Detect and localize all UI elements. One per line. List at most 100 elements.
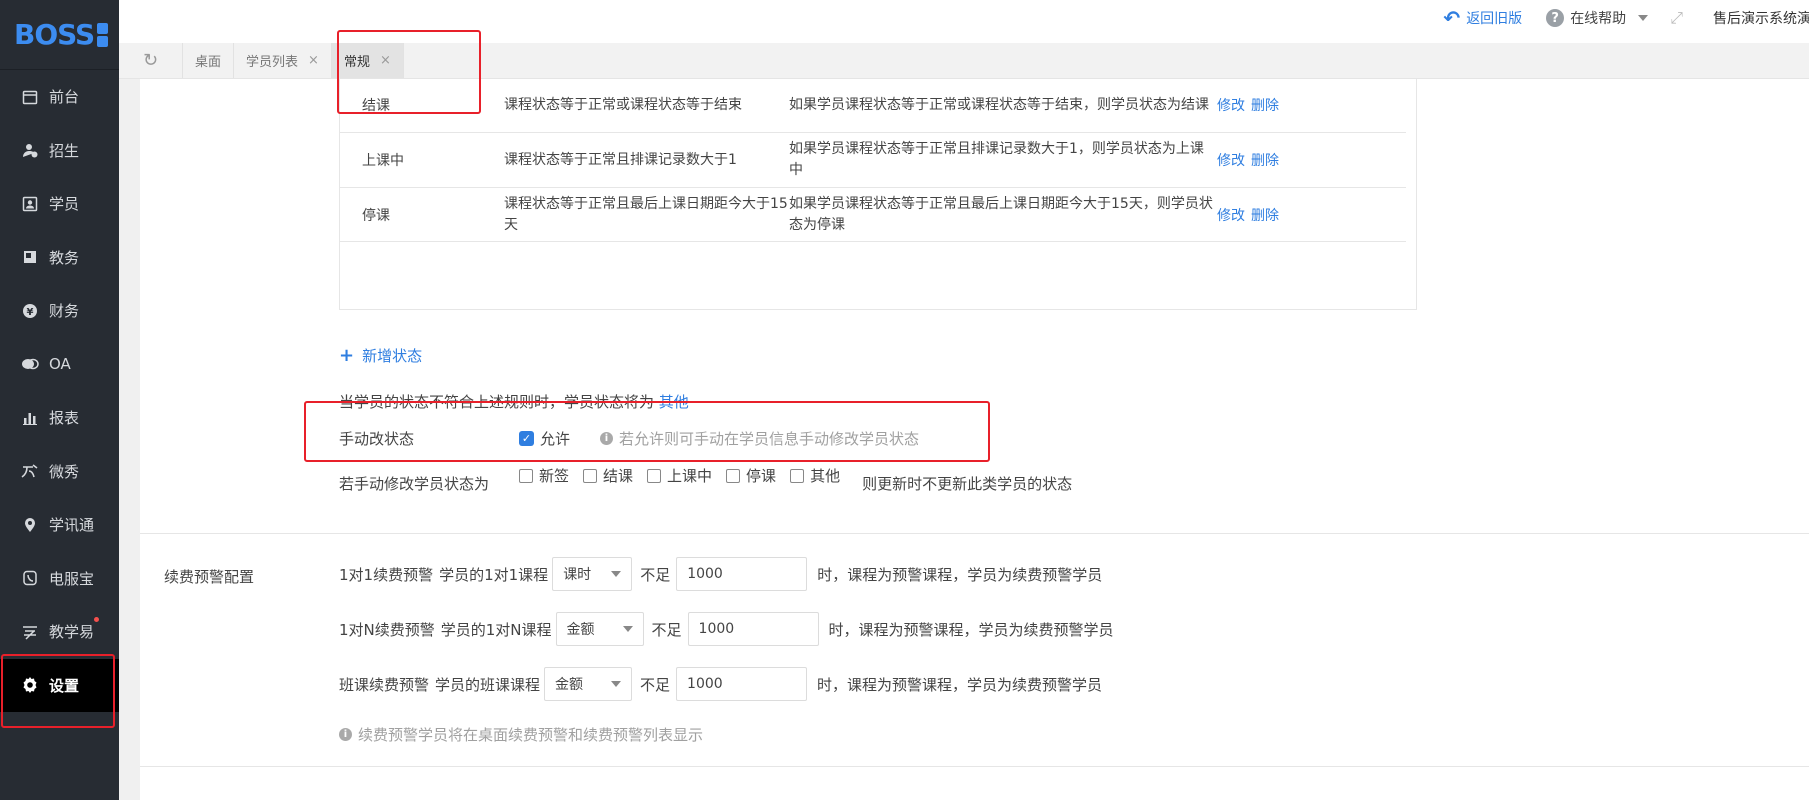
option-label: 结课 [603,467,634,485]
sidebar-item-weixiu[interactable]: 微秀 [0,445,119,499]
edit-link[interactable]: 修改 [1217,150,1245,170]
unit-select[interactable]: 金额 [555,612,644,646]
tab-label: 学员列表 [246,55,299,70]
sidebar-item-xuexuntong[interactable]: 学讯通 [0,498,119,552]
highlight-box-settings [1,654,115,728]
option-other[interactable]: 其他 [790,465,840,486]
svg-text:¥: ¥ [27,307,34,318]
sidebar-menu: 前台 招生 学员 教务 ¥ 财务 OA 报表 微秀 学讯通 电服宝 教学易 设置 [0,70,119,712]
sidebar-item-enrollment[interactable]: 招生 [0,124,119,178]
fullscreen-icon[interactable]: ⤢ [1670,8,1683,28]
back-to-old-version-link[interactable]: ↶ 返回旧版 [1443,6,1522,30]
highlight-box-general-tab [337,30,481,114]
checkbox[interactable] [726,468,741,483]
status-description: 如果学员课程状态等于正常且最后上课日期距今大于15天，则学员状态为停课 [789,195,1213,233]
renewal-row-1v1: 1对1续费预警 学员的1对1课程 课时 不足 1000 时，课程为预警课程，学员… [339,557,1102,591]
highlight-box-manual-status [304,401,990,462]
status-condition: 课程状态等于正常且最后上课日期距今大于15天 [504,195,788,233]
option-label: 停课 [746,467,777,485]
shortfall-label: 不足 [640,675,671,694]
logo-badge [97,22,109,48]
help-icon: ? [1546,9,1565,27]
table-row: 结课 课程状态等于正常或课程状态等于结束 如果学员课程状态等于正常或课程状态等于… [340,79,1406,132]
shortfall-label: 不足 [651,620,682,639]
phone-icon [21,569,39,587]
student-status-table: 结课 课程状态等于正常或课程状态等于结束 如果学员课程状态等于正常或课程状态等于… [339,79,1417,310]
add-status-label: 新增状态 [362,347,423,365]
divider [140,766,1809,767]
checkbox[interactable] [519,468,533,483]
checkbox[interactable] [790,468,805,483]
calendar-icon [21,88,39,106]
sidebar-item-finance[interactable]: ¥ 财务 [0,284,119,338]
tab-student-list[interactable]: 学员列表 × [234,43,332,78]
shortfall-label: 不足 [640,565,671,584]
row-actions: 修改 删除 [1217,95,1279,115]
settings-content: 结课 课程状态等于正常或课程状态等于结束 如果学员课程状态等于正常或课程状态等于… [140,79,1809,800]
sidebar-item-label: 教务 [49,248,80,267]
threshold-input[interactable]: 1000 [676,667,808,701]
bar-chart-icon [21,409,39,427]
renewal-type: 班课续费预警 [339,675,430,694]
sidebar-item-label: 学讯通 [49,516,95,535]
online-help-dropdown[interactable]: ? 在线帮助 [1546,8,1649,28]
renewal-row-1vn: 1对N续费预警 学员的1对N课程 金额 不足 1000 时，课程为预警课程，学员… [339,612,1114,646]
online-help-label: 在线帮助 [1570,11,1627,27]
renewal-tail: 时，课程为预警课程，学员为续费预警学员 [817,565,1103,584]
location-pin-icon [21,516,39,534]
add-status-button[interactable]: + 新增状态 [339,345,422,366]
chat-icon [21,355,39,373]
back-to-old-version-label: 返回旧版 [1466,11,1523,27]
logo[interactable]: BOSS [0,0,119,70]
chevron-down-icon [611,681,622,687]
option-finished[interactable]: 结课 [583,465,633,486]
content-gutter [119,79,140,800]
info-icon: i [339,728,352,741]
undo-icon: ↶ [1443,6,1461,30]
option-new[interactable]: 新签 [519,465,569,486]
user-plus-icon [21,141,39,159]
logo-text: BOSS [14,18,95,51]
chevron-down-icon [611,571,622,577]
renewal-type: 1对N续费预警 [339,620,435,639]
edit-link[interactable]: 修改 [1217,95,1245,115]
checkbox[interactable] [583,468,598,483]
delete-link[interactable]: 删除 [1251,205,1279,225]
manual-modify-tail: 则更新时不更新此类学员的状态 [862,475,1073,493]
threshold-input[interactable]: 1000 [676,557,808,591]
tab-label: 桌面 [195,55,222,70]
sidebar-item-jiaoxueyi[interactable]: 教学易 [0,605,119,659]
sidebar-item-label: 报表 [49,409,80,428]
renewal-course: 学员的1对N课程 [440,620,552,639]
sidebar-item-oa[interactable]: OA [0,338,119,392]
tab-desktop[interactable]: 桌面 [183,43,235,78]
sidebar-item-dianfubao[interactable]: 电服宝 [0,552,119,606]
renewal-tail: 时，课程为预警课程，学员为续费预警学员 [828,620,1114,639]
user-name[interactable]: 售后演示系统演示 [1713,8,1809,28]
sidebar-item-academic[interactable]: 教务 [0,231,119,285]
edit-link[interactable]: 修改 [1217,205,1245,225]
sidebar-item-front-desk[interactable]: 前台 [0,70,119,124]
table-row: 停课 课程状态等于正常且最后上课日期距今大于15天 如果学员课程状态等于正常且最… [340,187,1406,242]
status-description: 如果学员课程状态等于正常或课程状态等于结束，则学员状态为结课 [789,96,1209,113]
status-description: 如果学员课程状态等于正常且排课记录数大于1，则学员状态为上课中 [789,141,1204,178]
renewal-warning-title: 续费预警配置 [164,568,255,586]
sidebar-item-label: 电服宝 [49,569,95,588]
sidebar-item-reports[interactable]: 报表 [0,391,119,445]
close-icon[interactable]: × [308,53,319,68]
sidebar-item-students[interactable]: 学员 [0,177,119,231]
sidebar-item-label: 前台 [49,88,80,107]
plus-icon: + [339,344,355,366]
delete-link[interactable]: 删除 [1251,150,1279,170]
delete-link[interactable]: 删除 [1251,95,1279,115]
refresh-icon[interactable]: ↻ [119,43,183,78]
unit-select[interactable]: 金额 [544,667,633,701]
unit-select-value: 课时 [563,567,592,583]
option-in-class[interactable]: 上课中 [647,465,712,486]
threshold-input[interactable]: 1000 [687,612,819,646]
renewal-row-class: 班课续费预警 学员的班课课程 金额 不足 1000 时，课程为预警课程，学员为续… [339,667,1102,701]
unit-select[interactable]: 课时 [552,557,633,591]
renewal-tail: 时，课程为预警课程，学员为续费预警学员 [817,675,1103,694]
checkbox[interactable] [647,468,662,483]
option-suspended[interactable]: 停课 [726,465,776,486]
